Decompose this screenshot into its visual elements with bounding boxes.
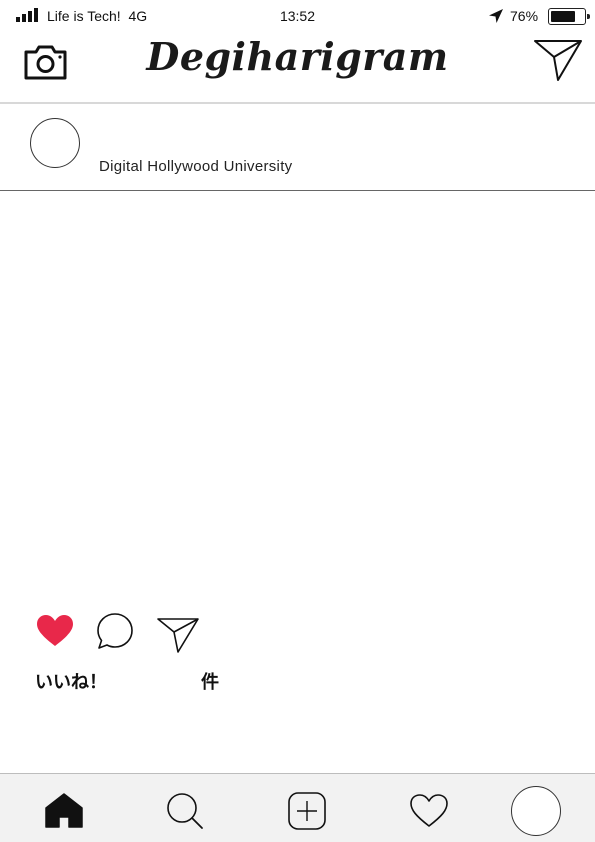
heart-icon[interactable]: [36, 614, 74, 648]
app-title: Degiharigram: [146, 34, 449, 79]
tab-bar: [0, 773, 595, 842]
speech-bubble-icon[interactable]: [96, 612, 134, 650]
status-time: 13:52: [279, 8, 316, 24]
tab-add-post[interactable]: [280, 774, 334, 842]
app-header: Degiharigram: [0, 34, 595, 102]
likes-unit: 件: [201, 672, 219, 693]
paper-plane-icon[interactable]: [156, 614, 200, 654]
tab-home[interactable]: [38, 774, 92, 842]
battery-percent: 76%: [510, 8, 539, 24]
battery-icon: [548, 8, 590, 25]
likes-label: いいね！: [35, 672, 107, 693]
tab-activity[interactable]: [402, 774, 456, 842]
status-bar: Life is Tech! 4G 13:52 76%: [0, 0, 595, 34]
add-post-icon: [288, 792, 326, 830]
post-username[interactable]: Digital Hollywood University: [99, 158, 292, 175]
battery-level: [551, 11, 575, 22]
profile-avatar[interactable]: [511, 786, 561, 836]
home-icon: [45, 793, 83, 828]
post-header: Digital Hollywood University: [0, 104, 595, 190]
post-image[interactable]: [0, 191, 595, 601]
search-icon: [167, 793, 203, 829]
paper-plane-icon[interactable]: [532, 36, 584, 84]
location-arrow-icon: [489, 9, 503, 23]
tab-search[interactable]: [158, 774, 212, 842]
avatar[interactable]: [30, 118, 80, 168]
heart-outline-icon: [410, 794, 448, 827]
